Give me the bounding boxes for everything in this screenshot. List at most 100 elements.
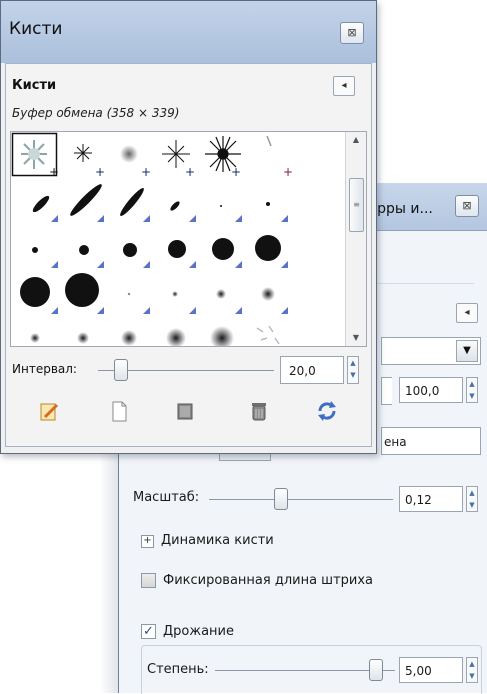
brush-circle-8[interactable] bbox=[65, 273, 104, 314]
opacity-spin[interactable]: ▲ ▼ bbox=[466, 377, 478, 403]
brush-grid[interactable]: + + + + + + ▲ ≡ ▼ bbox=[10, 131, 367, 347]
brush-fuzzy-8[interactable] bbox=[166, 328, 186, 346]
brush-fuzzy-3[interactable] bbox=[216, 289, 242, 314]
scale-spin[interactable]: ▲ ▼ bbox=[466, 486, 478, 512]
svg-text:+: + bbox=[141, 165, 151, 179]
brush-circle-1[interactable] bbox=[32, 247, 58, 268]
brush-pencil-scratch[interactable]: + bbox=[266, 135, 293, 179]
svg-text:+: + bbox=[49, 165, 59, 179]
degree-label: Степень: bbox=[147, 662, 209, 677]
selected-brush-info: Буфер обмена (358 × 339) bbox=[12, 106, 180, 120]
brush-circle-5[interactable] bbox=[212, 238, 242, 268]
spin-down-icon[interactable]: ▼ bbox=[467, 390, 477, 402]
brush-fuzzy-4[interactable] bbox=[261, 287, 288, 314]
refresh-brushes-button[interactable] bbox=[314, 398, 340, 424]
opacity-input[interactable]: 100,0 bbox=[399, 377, 463, 403]
spin-up-icon[interactable]: ▲ bbox=[467, 658, 477, 670]
svg-text:+: + bbox=[231, 165, 241, 179]
brush-calligraphic-6[interactable] bbox=[266, 202, 288, 222]
scroll-up-icon[interactable]: ▲ bbox=[346, 132, 366, 148]
degree-slider-track[interactable] bbox=[215, 670, 395, 671]
panel-menu-button[interactable]: ◂ bbox=[333, 76, 355, 96]
svg-text:+: + bbox=[283, 165, 293, 179]
brush-calligraphic-5[interactable] bbox=[220, 205, 242, 222]
brush-fuzzy-6[interactable] bbox=[77, 332, 89, 344]
window-title: Кисти bbox=[9, 19, 63, 39]
scale-label: Масштаб: bbox=[133, 490, 200, 505]
degree-slider-thumb[interactable] bbox=[369, 659, 383, 681]
scale-input[interactable]: 0,12 bbox=[399, 486, 463, 512]
new-brush-button[interactable] bbox=[106, 398, 132, 424]
brush-fuzzy-2[interactable] bbox=[172, 291, 196, 314]
interval-spin[interactable]: ▲ ▼ bbox=[347, 356, 359, 384]
expander-plus-icon[interactable]: + bbox=[141, 535, 154, 548]
triangle-left-icon: ◂ bbox=[341, 80, 347, 91]
brush-calligraphic-3[interactable] bbox=[118, 186, 150, 222]
fixed-stroke-checkbox[interactable] bbox=[141, 573, 156, 588]
scroll-down-icon[interactable]: ▼ bbox=[346, 330, 366, 346]
delete-brush-button[interactable] bbox=[246, 398, 272, 424]
brush-grid-scrollbar[interactable]: ▲ ≡ ▼ bbox=[345, 132, 366, 346]
spin-down-icon[interactable]: ▼ bbox=[467, 670, 477, 682]
close-button[interactable]: ⊠ bbox=[340, 22, 364, 44]
brushes-window: Кисти ⊠ Кисти ◂ Буфер обмена (358 × 339) bbox=[0, 0, 377, 454]
brush-calligraphic-2[interactable] bbox=[68, 182, 105, 222]
duplicate-icon bbox=[177, 403, 193, 420]
brush-circle-6[interactable] bbox=[255, 235, 288, 268]
spin-up-icon[interactable]: ▲ bbox=[467, 378, 477, 390]
chevron-down-icon[interactable]: ▼ bbox=[456, 340, 478, 362]
refresh-icon bbox=[318, 401, 336, 421]
scale-slider-thumb[interactable] bbox=[274, 488, 288, 510]
interval-input[interactable]: 20,0 bbox=[280, 356, 344, 384]
trash-icon bbox=[252, 403, 266, 421]
tool-options-menu-button[interactable]: ◂ bbox=[456, 303, 478, 323]
close-icon: ⊠ bbox=[347, 26, 357, 39]
new-document-icon bbox=[112, 401, 127, 422]
jitter-label[interactable]: Дрожание bbox=[163, 624, 234, 639]
brush-star-small[interactable]: + bbox=[74, 144, 105, 179]
spin-down-icon[interactable]: ▼ bbox=[467, 499, 477, 511]
degree-input[interactable]: 5,00 bbox=[399, 657, 463, 683]
brush-name-field[interactable]: ена bbox=[381, 427, 481, 455]
brush-circle-4[interactable] bbox=[168, 240, 196, 268]
scrollbar-thumb[interactable]: ≡ bbox=[349, 178, 364, 232]
edit-brush-button[interactable] bbox=[36, 398, 62, 424]
close-button[interactable]: ⊠ bbox=[455, 195, 479, 217]
brushes-titlebar[interactable]: Кисти ⊠ bbox=[1, 1, 376, 63]
brush-calligraphic-1[interactable] bbox=[31, 194, 58, 222]
spin-up-icon[interactable]: ▲ bbox=[467, 487, 477, 499]
brush-fuzzy-7[interactable] bbox=[121, 330, 137, 346]
tool-options-title: трры и... bbox=[369, 201, 433, 217]
brush-grid-canvas[interactable]: + + + + + + bbox=[11, 132, 347, 346]
duplicate-brush-button[interactable] bbox=[172, 398, 198, 424]
brush-circle-3[interactable] bbox=[123, 243, 150, 268]
fixed-stroke-label[interactable]: Фиксированная длина штриха bbox=[163, 573, 373, 588]
close-icon: ⊠ bbox=[462, 199, 472, 212]
interval-label: Интервал: bbox=[12, 362, 77, 376]
brushes-panel: Кисти ◂ Буфер обмена (358 × 339) + + + +… bbox=[5, 63, 372, 447]
svg-text:+: + bbox=[185, 165, 195, 179]
brush-dynamics-label[interactable]: Динамика кисти bbox=[161, 533, 274, 548]
spin-up-icon[interactable]: ▲ bbox=[348, 357, 358, 369]
brush-calligraphic-4[interactable] bbox=[169, 200, 196, 222]
interval-slider-thumb[interactable] bbox=[114, 359, 128, 381]
brush-actions bbox=[6, 398, 371, 428]
spin-down-icon[interactable]: ▼ bbox=[348, 369, 358, 381]
degree-spin[interactable]: ▲ ▼ bbox=[466, 657, 478, 683]
brush-fuzzy-1[interactable] bbox=[127, 292, 151, 315]
opacity-slider[interactable] bbox=[381, 377, 392, 405]
panel-title: Кисти bbox=[12, 78, 57, 93]
brush-circle-2[interactable] bbox=[79, 245, 104, 268]
brush-star-large[interactable]: + bbox=[205, 136, 241, 179]
brush-clipboard[interactable]: + bbox=[11, 132, 60, 180]
brush-fuzzy-9[interactable] bbox=[210, 326, 234, 346]
brush-circle-7[interactable] bbox=[20, 277, 58, 314]
brush-scatter[interactable] bbox=[256, 325, 280, 345]
scale-slider-track[interactable] bbox=[209, 499, 393, 500]
brush-fuzzy-5[interactable] bbox=[30, 333, 40, 343]
jitter-checkbox[interactable]: ✓ bbox=[141, 624, 156, 639]
mode-combo[interactable]: ▼ bbox=[381, 337, 481, 365]
brush-fuzzy-small[interactable]: + bbox=[120, 145, 151, 179]
brush-star-medium[interactable]: + bbox=[162, 140, 195, 179]
svg-text:+: + bbox=[95, 165, 105, 179]
